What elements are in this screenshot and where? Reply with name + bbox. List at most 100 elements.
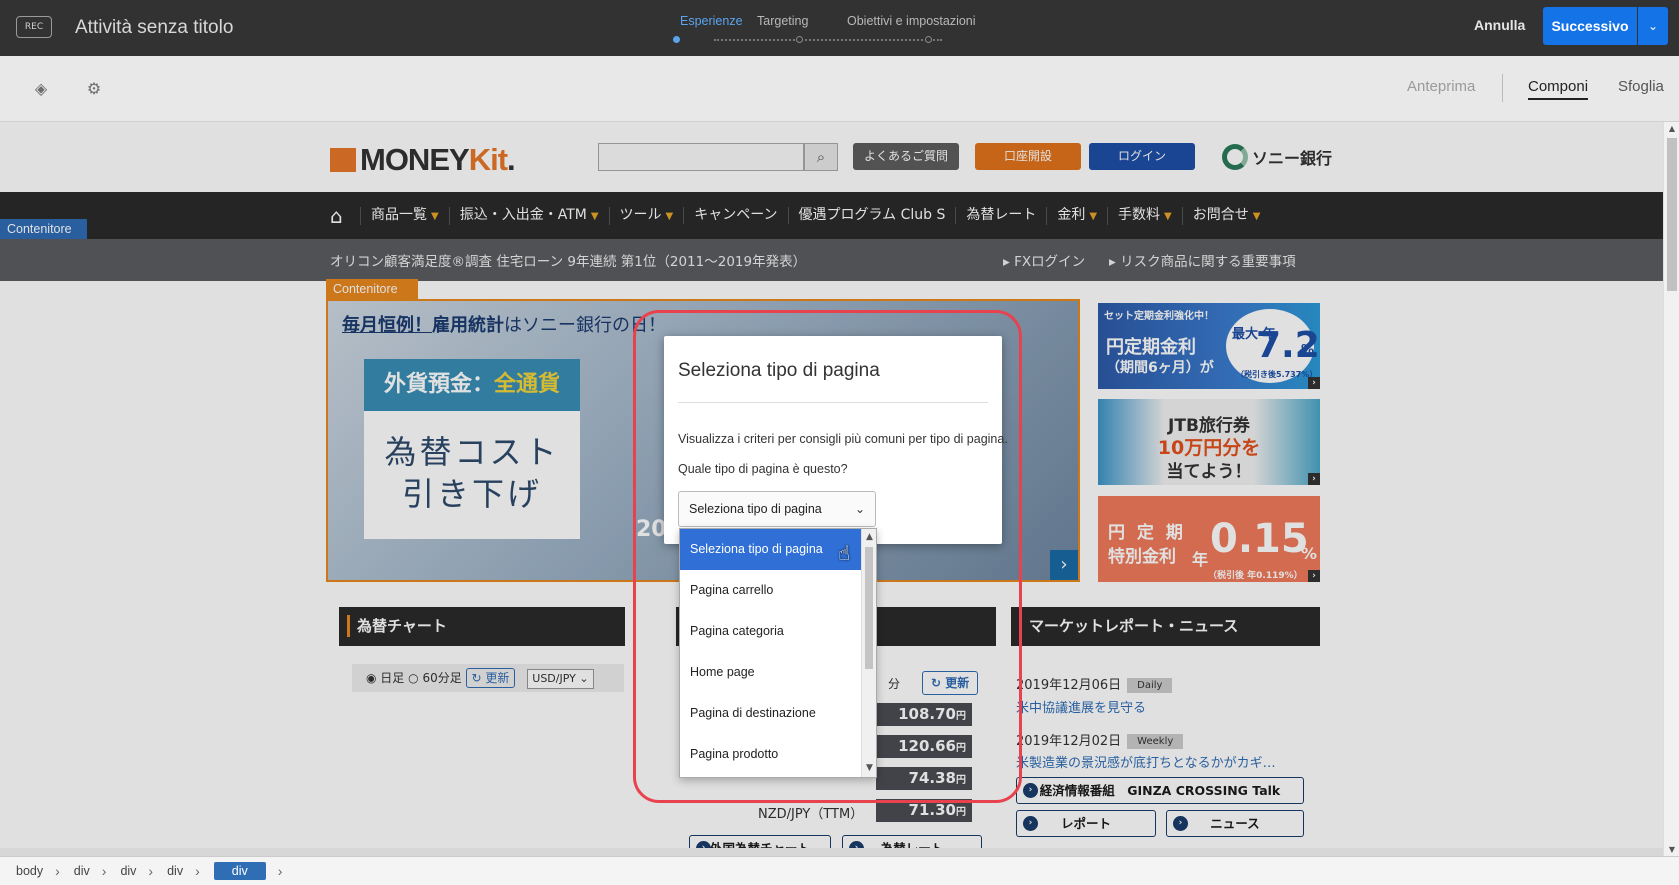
mode-sfoglia[interactable]: Sfoglia bbox=[1618, 78, 1664, 95]
moneykit-logo[interactable]: MONEYKit. bbox=[330, 142, 516, 178]
news-tag-daily: Daily bbox=[1127, 678, 1173, 693]
layers-icon[interactable]: ◈ bbox=[32, 80, 50, 98]
rate-value-4: 71.30円 bbox=[876, 799, 972, 822]
scroll-up-icon[interactable]: ▲ bbox=[862, 530, 876, 545]
option-category-page[interactable]: Pagina categoria bbox=[680, 611, 862, 652]
nav-item-fees[interactable]: 手数料 ▼ bbox=[1107, 206, 1182, 225]
chevron-right-icon: › bbox=[195, 863, 200, 879]
hero-fx-title: 外貨預金：全通貨 bbox=[364, 359, 580, 411]
step-esperienze[interactable]: Esperienze bbox=[680, 14, 743, 28]
workflow-steps: Esperienze Targeting Obiettivi e imposta… bbox=[673, 14, 1040, 44]
dom-breadcrumb: body › div › div › div › div › bbox=[0, 856, 1679, 885]
radio-daily[interactable]: ◉ 日足 bbox=[366, 671, 404, 685]
chevron-right-icon: › bbox=[1023, 783, 1038, 798]
risk-link[interactable]: ▸ リスク商品に関する重要事項 bbox=[1109, 250, 1296, 270]
option-product-page[interactable]: Pagina prodotto bbox=[680, 734, 862, 775]
dropdown-scroll-thumb[interactable] bbox=[865, 547, 873, 669]
mode-divider bbox=[1502, 74, 1503, 102]
option-landing-page[interactable]: Pagina di destinazione bbox=[680, 693, 862, 734]
home-icon[interactable]: ⌂ bbox=[330, 204, 360, 228]
breadcrumb-body[interactable]: body bbox=[16, 864, 43, 878]
nav-item-clubs[interactable]: 優遇プログラム Club S bbox=[787, 207, 956, 224]
radio-60min[interactable]: ○ 60分足 bbox=[408, 671, 462, 685]
cancel-button[interactable]: Annulla bbox=[1474, 17, 1525, 33]
site-search-input[interactable] bbox=[598, 143, 804, 171]
hero-fx-body: 為替コスト 引き下げ bbox=[364, 411, 580, 539]
steps-connector bbox=[714, 39, 942, 41]
container-tag-hero[interactable]: Contenitore bbox=[326, 279, 418, 299]
chevron-right-icon[interactable]: › bbox=[1050, 550, 1078, 580]
logo-mark bbox=[330, 148, 356, 172]
chevron-down-icon: ⌄ bbox=[854, 502, 865, 516]
option-cart-page[interactable]: Pagina carrello bbox=[680, 570, 862, 611]
chevron-right-icon: › bbox=[101, 863, 107, 879]
canvas-vertical-scrollbar[interactable]: ▲ ▼ bbox=[1663, 122, 1679, 857]
faq-button[interactable]: よくあるご質問 bbox=[853, 143, 959, 170]
step-dot-1 bbox=[673, 36, 680, 43]
dialog-divider bbox=[678, 402, 988, 403]
mode-componi[interactable]: Componi bbox=[1528, 78, 1589, 100]
dialog-title: Seleziona tipo di pagina bbox=[678, 360, 880, 381]
banner-special-rate[interactable]: 円 定 期 特別金利 年 0.15 % （税引後 年0.119%） › bbox=[1098, 496, 1320, 582]
banner-jtb[interactable]: JTB旅行券 10万円分を 当てよう！ › bbox=[1098, 399, 1320, 485]
fx-login-link[interactable]: ▸ FXログイン bbox=[1003, 250, 1085, 270]
sony-bank-mark bbox=[1222, 144, 1248, 170]
news-item-2-link[interactable]: 米製造業の景況感が底打ちとなるかがカギ… bbox=[1016, 752, 1276, 771]
currency-pair-select[interactable]: USD/JPY ⌄ bbox=[527, 669, 594, 689]
rec-badge[interactable]: REC bbox=[16, 16, 52, 38]
section-market-news: マーケットレポート・ニュース bbox=[1011, 607, 1320, 646]
next-button[interactable]: Successivo bbox=[1543, 7, 1637, 45]
container-tag-nav[interactable]: Contenitore bbox=[0, 219, 87, 239]
scroll-down-icon[interactable]: ▼ bbox=[862, 761, 876, 776]
rates-update-button[interactable]: ↻ 更新 bbox=[922, 671, 979, 695]
breadcrumb-div-active[interactable]: div bbox=[213, 862, 266, 880]
nav-item-rates[interactable]: 為替レート bbox=[955, 207, 1046, 224]
nav-item-campaign[interactable]: キャンペーン bbox=[683, 207, 787, 224]
page-type-select[interactable]: Seleziona tipo di pagina ⌄ bbox=[678, 491, 876, 527]
top-bar: REC Attività senza titolo Esperienze Tar… bbox=[0, 0, 1679, 56]
step-obiettivi[interactable]: Obiettivi e impostazioni bbox=[847, 14, 976, 28]
chevron-right-icon: › bbox=[1173, 816, 1188, 831]
gear-icon[interactable]: ⚙ bbox=[85, 80, 103, 98]
search-icon[interactable]: ⌕ bbox=[804, 143, 838, 171]
canvas-scroll-thumb[interactable] bbox=[1667, 138, 1677, 291]
banner-time-deposit[interactable]: セット定期金利強化中！ 円定期金利 （期間6ヶ月）が 最大 年 7.2 % （税… bbox=[1098, 303, 1320, 389]
sony-bank-logo[interactable]: ソニー銀行 bbox=[1222, 144, 1332, 170]
breadcrumb-div-1[interactable]: div bbox=[74, 864, 90, 878]
next-dropdown-button[interactable]: ⌄ bbox=[1638, 7, 1668, 45]
chevron-right-icon: › bbox=[1308, 473, 1320, 485]
activity-title[interactable]: Attività senza titolo bbox=[75, 17, 233, 39]
canvas-horizontal-scrollbar[interactable] bbox=[0, 848, 1663, 856]
option-select-page-type[interactable]: Seleziona tipo di pagina bbox=[680, 529, 862, 570]
ginza-talk-button[interactable]: › 経済情報番組 GINZA CROSSING Talk bbox=[1016, 777, 1304, 804]
nav-item-contact[interactable]: お問合せ ▼ bbox=[1181, 206, 1271, 225]
chart-update-button[interactable]: ↻ 更新 bbox=[465, 668, 516, 688]
scroll-down-icon[interactable]: ▼ bbox=[1664, 843, 1679, 857]
news-item-1-link[interactable]: 米中協議進展を見守る bbox=[1016, 697, 1146, 716]
page-type-options[interactable]: Seleziona tipo di pagina Pagina carrello… bbox=[679, 528, 877, 778]
nav-item-tools[interactable]: ツール ▼ bbox=[608, 206, 684, 225]
nav-item-products[interactable]: 商品一覧 ▼ bbox=[360, 206, 449, 225]
dropdown-scrollbar[interactable]: ▲ ▼ bbox=[861, 529, 876, 777]
step-targeting[interactable]: Targeting bbox=[757, 14, 808, 28]
nav-item-interest[interactable]: 金利 ▼ bbox=[1046, 206, 1107, 225]
option-home-page[interactable]: Home page bbox=[680, 652, 862, 693]
breadcrumb-div-3[interactable]: div bbox=[167, 864, 183, 878]
rate-value-2: 120.66円 bbox=[876, 735, 972, 758]
mode-anteprima[interactable]: Anteprima bbox=[1407, 78, 1475, 95]
open-account-button[interactable]: 口座開設 bbox=[975, 143, 1081, 170]
dialog-description: Visualizza i criteri per consigli più co… bbox=[678, 432, 1008, 446]
page-type-dialog: Seleziona tipo di pagina Visualizza i cr… bbox=[664, 336, 1008, 544]
editor-toolbar: ◈ ⚙ Anteprima Componi Sfoglia bbox=[0, 56, 1679, 122]
nav-item-transfer[interactable]: 振込・入出金・ATM ▼ bbox=[448, 206, 609, 225]
news-button[interactable]: › ニュース bbox=[1166, 810, 1304, 837]
chevron-right-icon: › bbox=[55, 863, 60, 879]
report-button[interactable]: › レポート bbox=[1016, 810, 1156, 837]
site-nav: ⌂ 商品一覧 ▼ 振込・入出金・ATM ▼ ツール ▼ キャンペーン 優遇プログラム … bbox=[0, 192, 1663, 239]
subbar-announcement[interactable]: オリコン顧客満足度®調査 住宅ローン 9年連続 第1位（2011～2019年発表… bbox=[330, 250, 806, 270]
breadcrumb-div-2[interactable]: div bbox=[120, 864, 136, 878]
site-subbar: オリコン顧客満足度®調査 住宅ローン 9年連続 第1位（2011～2019年発表… bbox=[0, 239, 1663, 281]
step-dot-2 bbox=[796, 36, 803, 43]
login-button[interactable]: ログイン bbox=[1089, 143, 1195, 170]
scroll-up-icon[interactable]: ▲ bbox=[1664, 122, 1679, 136]
